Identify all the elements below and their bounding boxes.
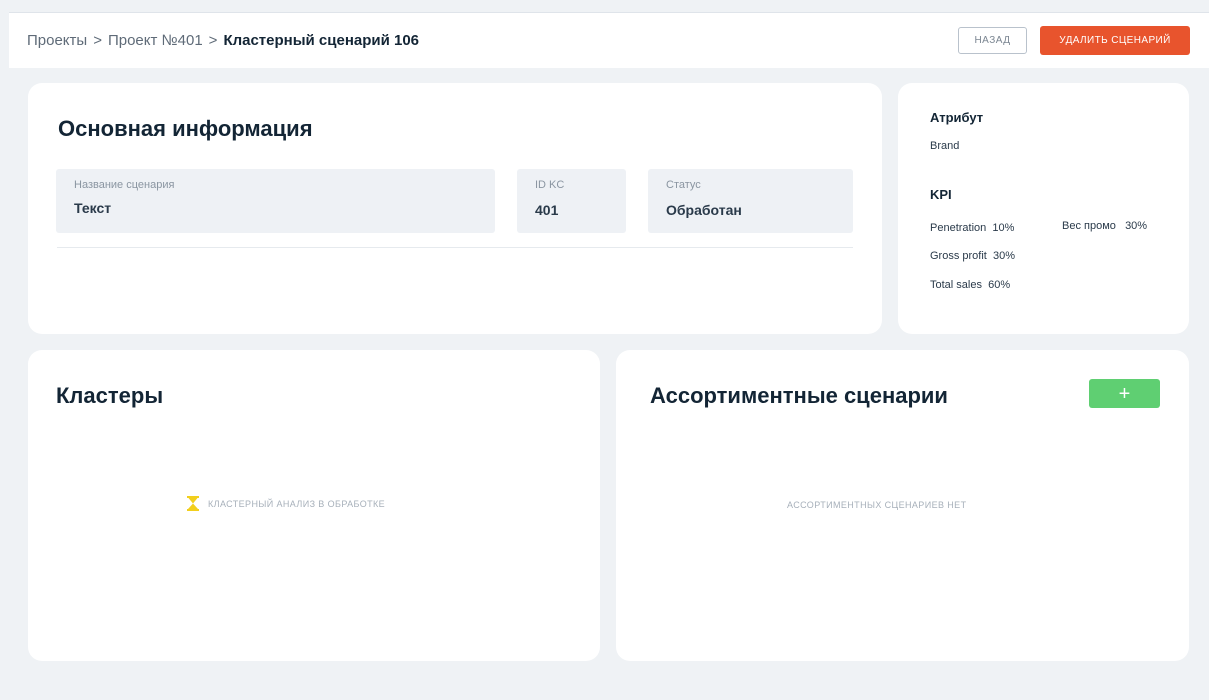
attribute-title: Атрибут — [930, 110, 984, 125]
field-label: Статус — [666, 179, 701, 191]
field-value: 401 — [535, 202, 559, 218]
breadcrumb-separator: > — [93, 32, 102, 49]
breadcrumb-separator: > — [208, 32, 218, 49]
add-assortment-button[interactable]: + — [1089, 379, 1160, 408]
breadcrumb: Проекты > Проект №401 > Кластерный сценарий … — [27, 32, 419, 49]
page-header: Проекты > Проект №401 > Кластерный сценарий … — [9, 13, 1209, 68]
field-label: Название сценария — [74, 179, 175, 191]
assortment-empty-text: АССОРТИМЕНТНЫХ СЦЕНАРИЕВ НЕТ — [787, 500, 967, 510]
kpi-item: Вес промо 30% — [1062, 220, 1147, 232]
breadcrumb-current: Кластерный сценарий 106 — [223, 32, 420, 49]
id-kc-field: ID KC 401 — [517, 169, 626, 233]
assortment-title: Ассортиментные сценарии — [650, 383, 948, 408]
kpi-value: 60% — [988, 279, 1011, 291]
field-value: Обработан — [666, 202, 742, 218]
kpi-value: 10% — [992, 222, 1015, 234]
kpi-value: 30% — [992, 250, 1016, 262]
kpi-name: Gross profit — [930, 250, 987, 262]
kpi-value: 30% — [1125, 220, 1148, 232]
clusters-card: Кластеры КЛАСТЕРНЫЙ АНАЛИЗ В ОБРАБОТКЕ — [28, 350, 600, 661]
hourglass-icon — [187, 496, 199, 511]
status-field: Статус Обработан — [648, 169, 853, 233]
kpi-name: Вес промо — [1062, 220, 1116, 232]
kpi-name: Penetration — [930, 222, 987, 234]
main-info-title: Основная информация — [58, 116, 313, 141]
kpi-name: Total sales — [930, 279, 982, 291]
section-divider — [57, 247, 853, 248]
attribute-card: Атрибут Brand KPI Penetration 10% Вес пр… — [898, 83, 1189, 334]
back-button[interactable]: НАЗАД — [958, 27, 1027, 54]
breadcrumb-projects-link[interactable]: Проекты — [27, 32, 87, 49]
clusters-title: Кластеры — [56, 383, 164, 408]
attribute-value: Brand — [930, 140, 960, 152]
clusters-status: КЛАСТЕРНЫЙ АНАЛИЗ В ОБРАБОТКЕ — [187, 496, 385, 511]
kpi-item: Gross profit 30% — [930, 250, 1015, 262]
field-label: ID KC — [535, 179, 565, 191]
kpi-item: Penetration 10% — [930, 222, 1014, 234]
scenario-name-field: Название сценария Текст — [56, 169, 495, 233]
field-value: Текст — [74, 200, 112, 216]
clusters-status-text: КЛАСТЕРНЫЙ АНАЛИЗ В ОБРАБОТКЕ — [208, 498, 386, 509]
kpi-title: KPI — [930, 187, 952, 202]
breadcrumb-project-link[interactable]: Проект №401 — [108, 32, 203, 49]
kpi-item: Total sales 60% — [930, 279, 1010, 291]
main-info-card: Основная информация Название сценария Те… — [28, 83, 882, 334]
delete-scenario-button[interactable]: УДАЛИТЬ СЦЕНАРИЙ — [1040, 26, 1190, 55]
assortment-card: Ассортиментные сценарии + АССОРТИМЕНТНЫХ… — [616, 350, 1189, 661]
